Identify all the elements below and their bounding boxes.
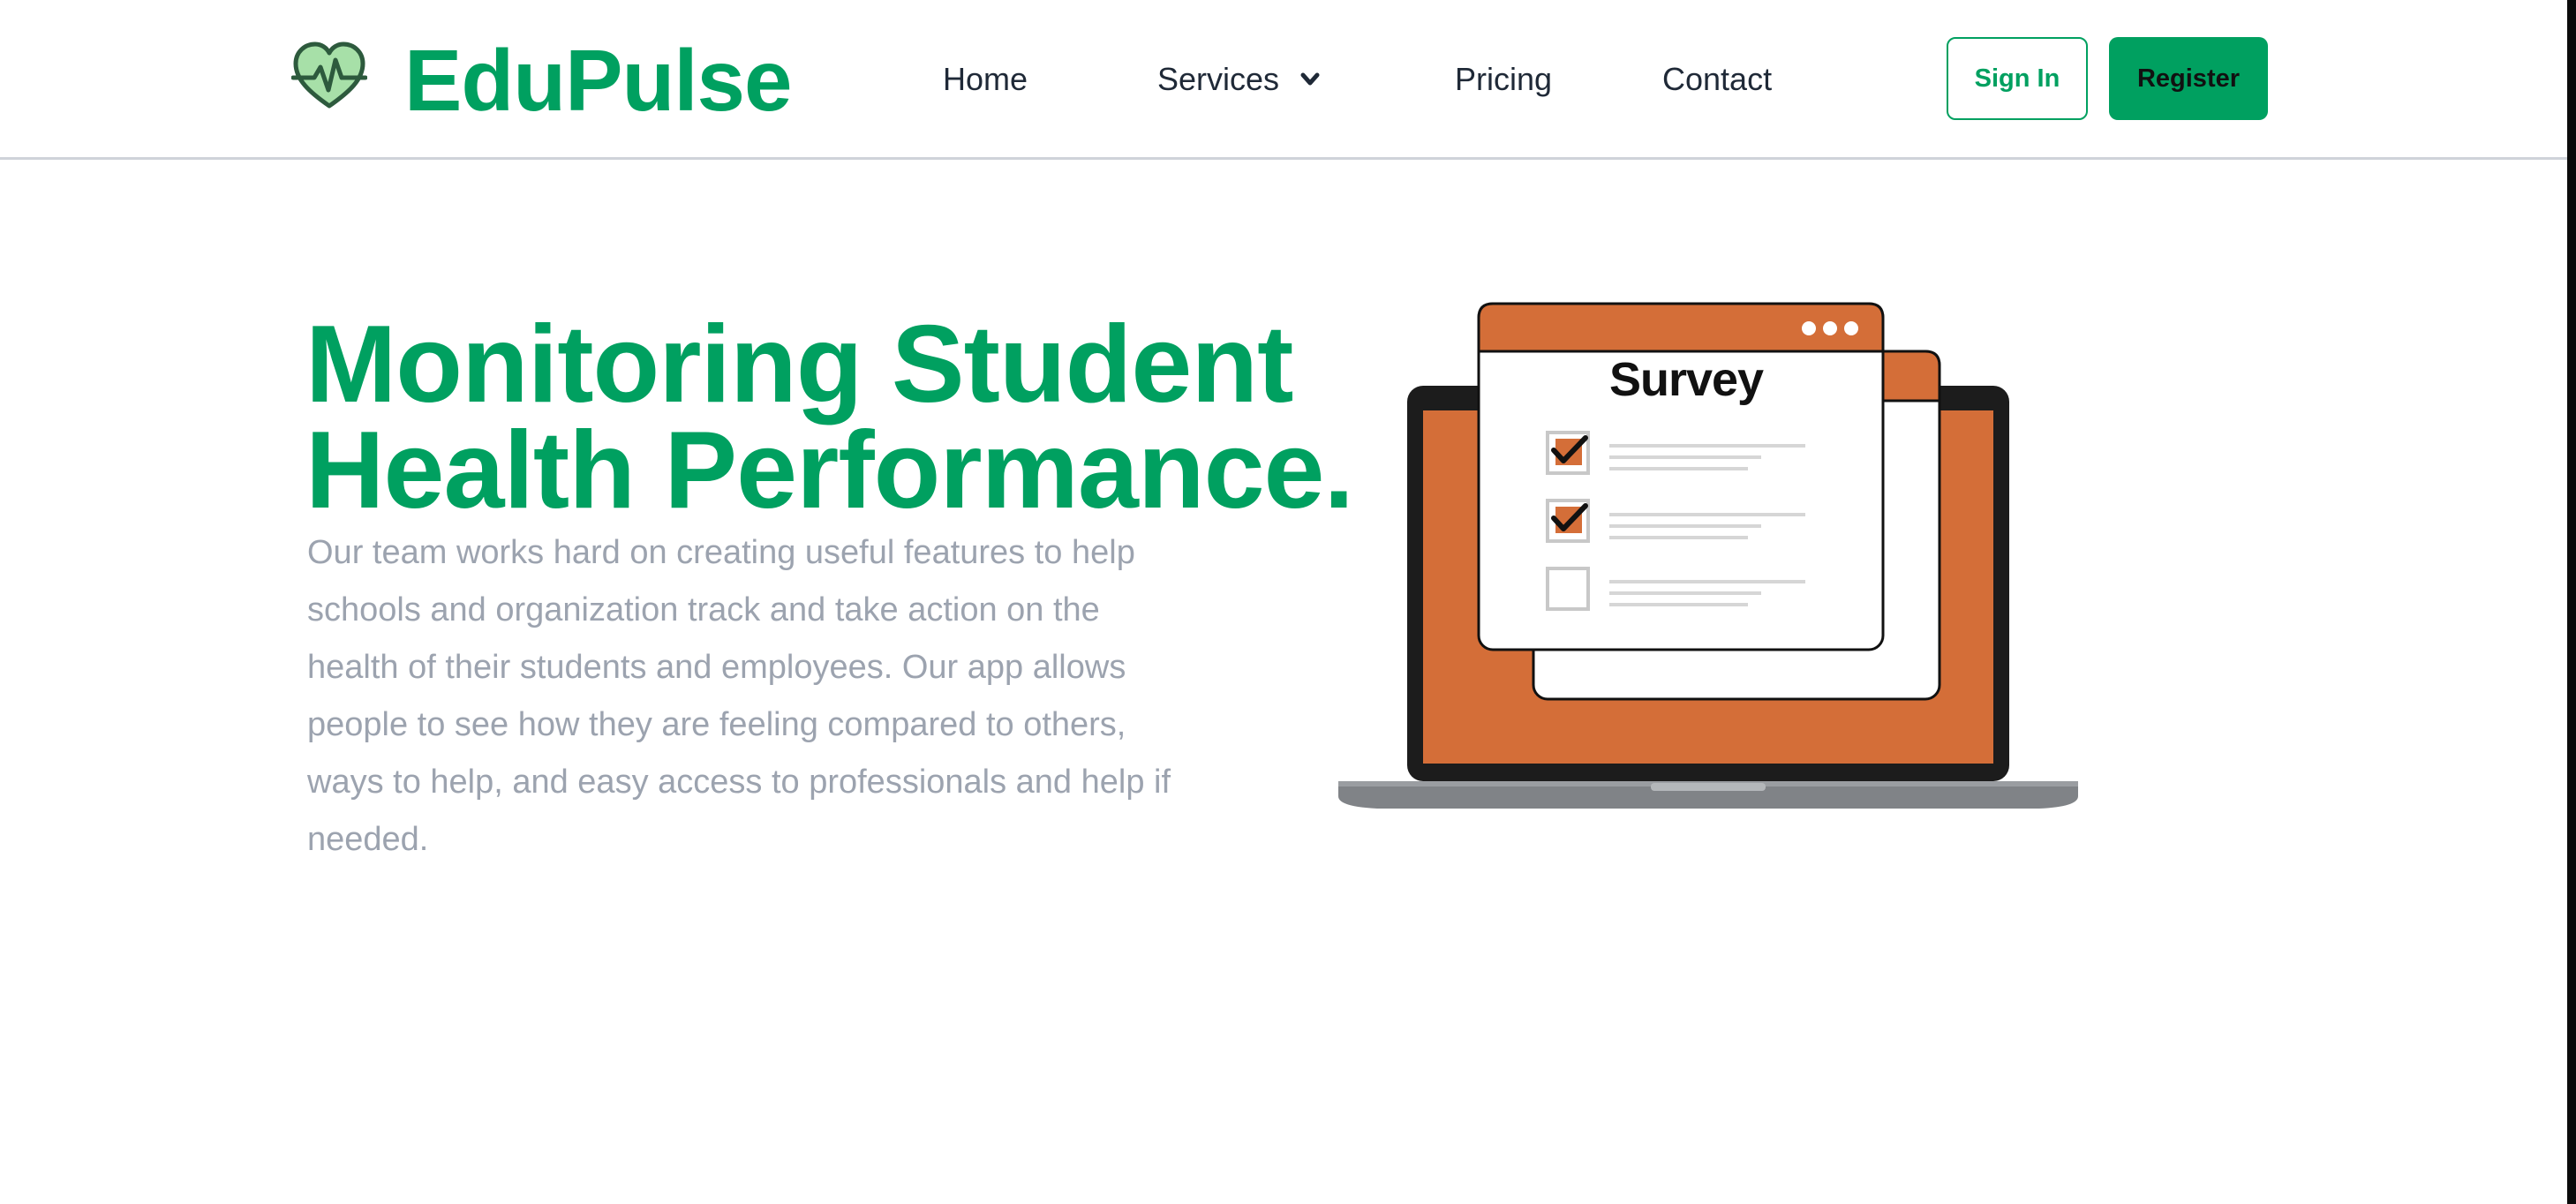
chevron-down-icon[interactable]: [1299, 69, 1321, 90]
sign-in-button[interactable]: Sign In: [1947, 37, 2088, 120]
brand-name[interactable]: EduPulse: [404, 32, 793, 129]
laptop-notch: [1651, 783, 1766, 791]
window-dot: [1802, 321, 1816, 335]
nav-pricing[interactable]: Pricing: [1455, 58, 1552, 101]
register-button[interactable]: Register: [2109, 37, 2268, 120]
hero-title-line-1: Monitoring Student: [305, 304, 1293, 426]
window-dot: [1844, 321, 1858, 335]
hero-title-line-2: Health Performance.: [305, 410, 1354, 532]
survey-window-bar: [1477, 302, 1885, 353]
nav-home[interactable]: Home: [943, 58, 1028, 101]
window-dot: [1823, 321, 1837, 335]
nav-contact[interactable]: Contact: [1662, 58, 1772, 101]
hero-description: Our team works hard on creating useful f…: [307, 534, 1171, 858]
nav-services[interactable]: Services: [1157, 58, 1279, 101]
site-header: EduPulse Home Services Pricing Contact S…: [0, 0, 2567, 160]
hero-title: Monitoring Student Health Performance.: [305, 304, 1365, 532]
checkbox-unchecked: [1546, 567, 1590, 611]
survey-title: Survey: [1609, 353, 1764, 406]
laptop-survey-illustration: Survey: [1338, 302, 2078, 809]
scrollbar-track: [2567, 0, 2576, 1204]
heart-pulse-icon[interactable]: [291, 41, 367, 111]
